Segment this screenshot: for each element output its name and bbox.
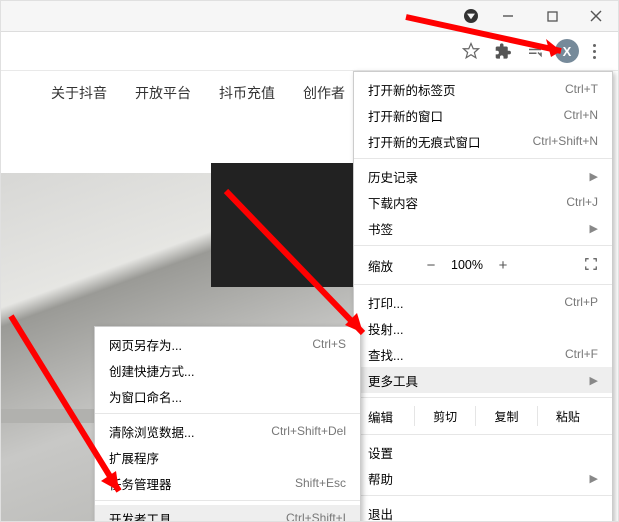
- chevron-right-icon: ▶: [582, 170, 598, 183]
- submenu-developer-tools[interactable]: 开发者工具Ctrl+Shift+I: [95, 505, 360, 522]
- nav-link[interactable]: 开放平台: [135, 83, 191, 103]
- menu-more-tools[interactable]: 更多工具▶: [354, 367, 612, 393]
- submenu-extensions[interactable]: 扩展程序: [95, 444, 360, 470]
- avatar-letter: X: [563, 44, 572, 59]
- close-button[interactable]: [574, 2, 618, 30]
- menu-new-window[interactable]: 打开新的窗口Ctrl+N: [354, 102, 612, 128]
- screenshot-canvas: X 关于抖音 开放平台 抖币充值 创作者 打开新的标签页Ctrl+T 打开新的窗…: [0, 0, 619, 522]
- menu-find[interactable]: 查找...Ctrl+F: [354, 341, 612, 367]
- menu-new-tab[interactable]: 打开新的标签页Ctrl+T: [354, 76, 612, 102]
- nav-link[interactable]: 抖币充值: [219, 83, 275, 103]
- chrome-menu-button[interactable]: [580, 38, 608, 64]
- window-titlebar: [1, 1, 618, 32]
- submenu-name-window[interactable]: 为窗口命名...: [95, 383, 360, 409]
- reading-list-icon[interactable]: [522, 38, 548, 64]
- menu-zoom: 缩放 − 100% +: [354, 250, 612, 280]
- edit-copy[interactable]: 复制: [475, 406, 536, 426]
- chevron-right-icon: ▶: [582, 374, 598, 387]
- edit-paste[interactable]: 粘贴: [537, 406, 598, 426]
- edit-cut[interactable]: 剪切: [414, 406, 475, 426]
- menu-edit-row: 编辑 剪切 复制 粘贴: [354, 402, 612, 430]
- tab-dropdown-icon[interactable]: [464, 9, 478, 23]
- menu-bookmarks[interactable]: 书签▶: [354, 215, 612, 241]
- zoom-in-button[interactable]: +: [490, 257, 516, 274]
- zoom-value: 100%: [444, 258, 490, 272]
- nav-link[interactable]: 创作者: [303, 83, 345, 103]
- menu-downloads[interactable]: 下载内容Ctrl+J: [354, 189, 612, 215]
- submenu-task-manager[interactable]: 任务管理器Shift+Esc: [95, 470, 360, 496]
- submenu-clear-data[interactable]: 清除浏览数据...Ctrl+Shift+Del: [95, 418, 360, 444]
- browser-toolbar: X: [1, 32, 618, 71]
- chevron-right-icon: ▶: [582, 222, 598, 235]
- extensions-puzzle-icon[interactable]: [490, 38, 516, 64]
- maximize-button[interactable]: [530, 2, 574, 30]
- menu-incognito[interactable]: 打开新的无痕式窗口Ctrl+Shift+N: [354, 128, 612, 154]
- menu-history[interactable]: 历史记录▶: [354, 163, 612, 189]
- menu-print[interactable]: 打印...Ctrl+P: [354, 289, 612, 315]
- more-tools-submenu: 网页另存为...Ctrl+S 创建快捷方式... 为窗口命名... 清除浏览数据…: [94, 326, 361, 522]
- submenu-create-shortcut[interactable]: 创建快捷方式...: [95, 357, 360, 383]
- submenu-save-as[interactable]: 网页另存为...Ctrl+S: [95, 331, 360, 357]
- fullscreen-icon[interactable]: [584, 257, 598, 274]
- profile-avatar[interactable]: X: [554, 38, 580, 64]
- bookmark-star-icon[interactable]: [458, 38, 484, 64]
- zoom-out-button[interactable]: −: [418, 257, 444, 274]
- menu-settings[interactable]: 设置: [354, 439, 612, 465]
- minimize-button[interactable]: [486, 2, 530, 30]
- menu-exit[interactable]: 退出: [354, 500, 612, 522]
- chrome-main-menu: 打开新的标签页Ctrl+T 打开新的窗口Ctrl+N 打开新的无痕式窗口Ctrl…: [353, 71, 613, 522]
- menu-help[interactable]: 帮助▶: [354, 465, 612, 491]
- menu-cast[interactable]: 投射...: [354, 315, 612, 341]
- chevron-right-icon: ▶: [582, 472, 598, 485]
- nav-link[interactable]: 关于抖音: [51, 83, 107, 103]
